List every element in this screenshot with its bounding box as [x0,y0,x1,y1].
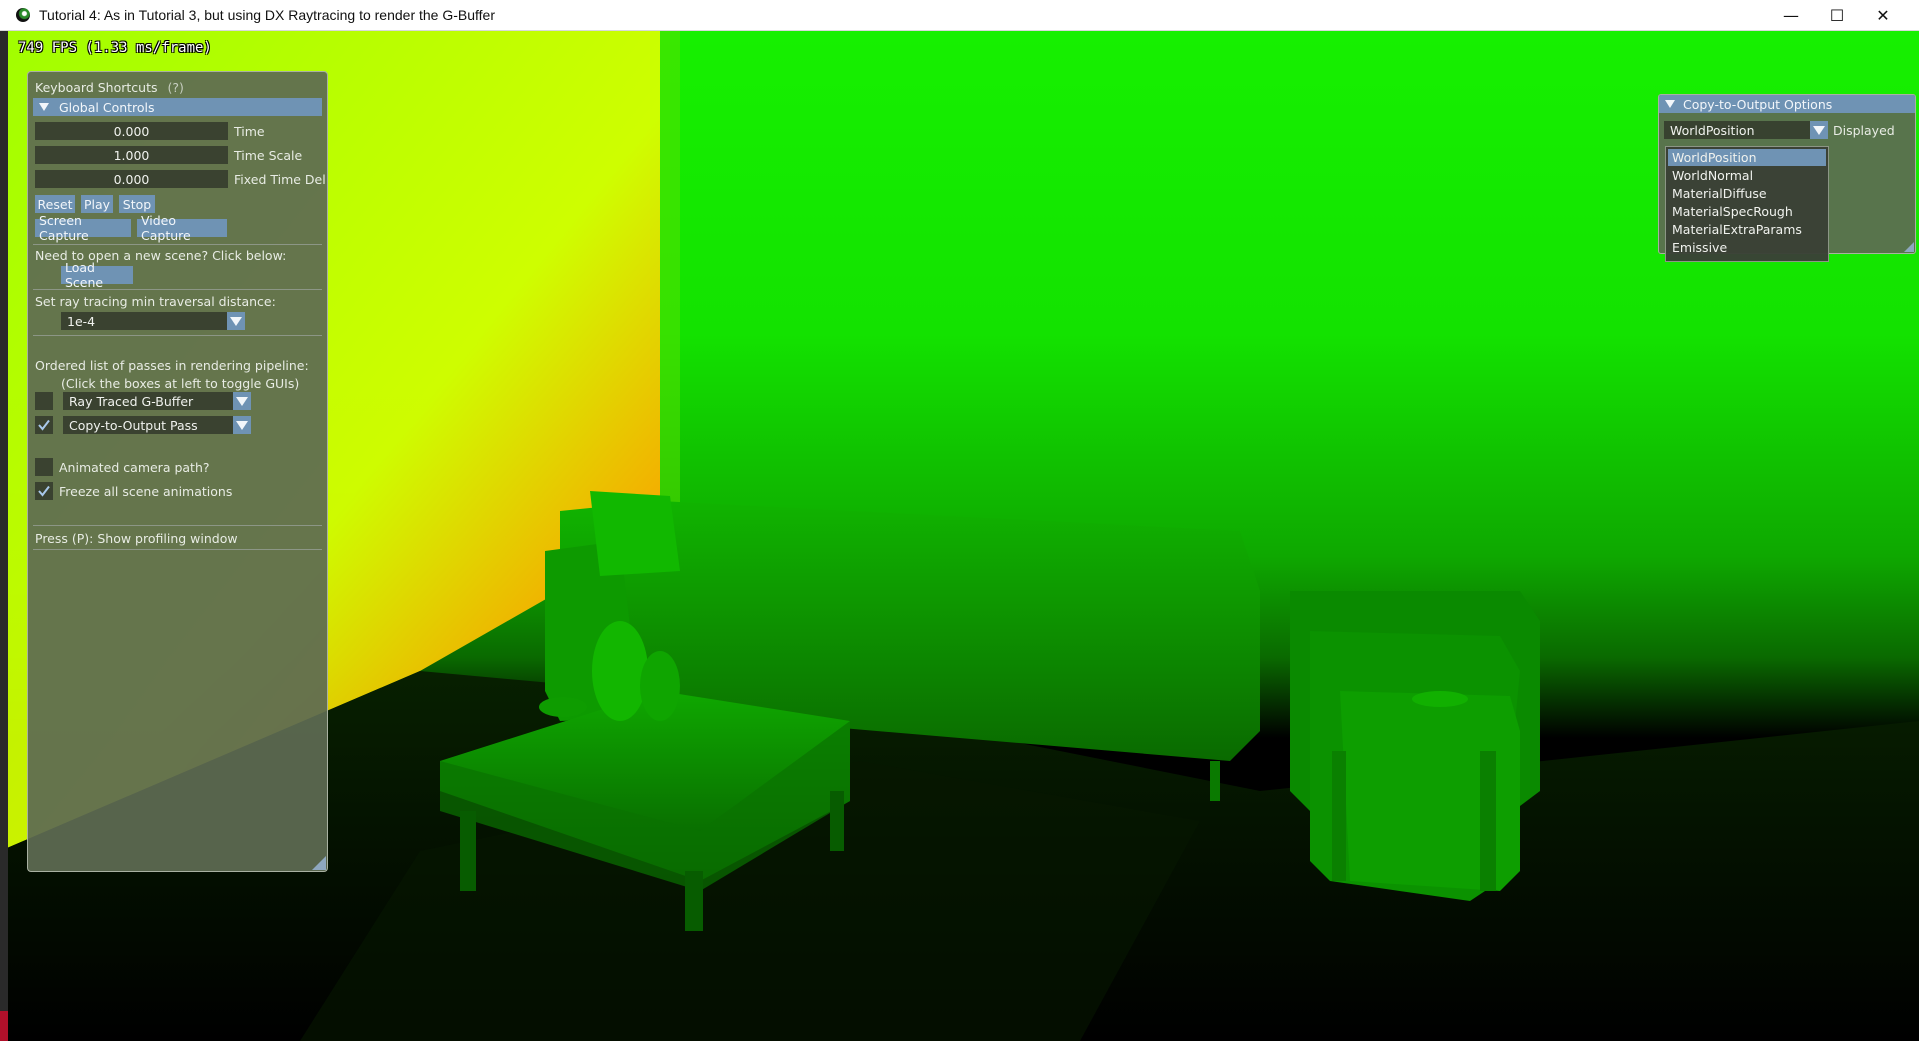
time-scale-label: Time Scale [234,148,303,163]
passes-hint: (Click the boxes at left to toggle GUIs) [61,376,300,391]
dropdown-option[interactable]: MaterialExtraParams [1668,221,1826,238]
time-input[interactable]: 0.000 [35,122,228,140]
pass-combo[interactable]: Copy-to-Output Pass [63,416,251,434]
dropdown-option[interactable]: Emissive [1668,239,1826,256]
dropdown-option[interactable]: MaterialDiffuse [1668,185,1826,202]
main-controls-panel[interactable]: Keyboard Shortcuts (?) Global Controls 0… [27,71,328,872]
pass-toggle-checkbox[interactable] [35,392,53,410]
passes-list-label: Ordered list of passes in rendering pipe… [35,358,309,373]
maximize-icon: ☐ [1829,5,1845,25]
min-traversal-combo[interactable]: 1e-4 [61,312,245,330]
dropdown-arrow-icon[interactable] [1810,121,1828,139]
close-icon: ✕ [1876,5,1890,25]
copy-to-output-title: Copy-to-Output Options [1683,96,1833,112]
separator [33,335,322,336]
dropdown-option[interactable]: MaterialSpecRough [1668,203,1826,220]
separator [33,289,322,290]
freeze-animations-checkbox[interactable] [35,482,53,500]
time-scale-input[interactable]: 1.000 [35,146,228,164]
dropdown-arrow-icon[interactable] [227,312,245,330]
play-button[interactable]: Play [81,195,113,213]
dropdown-option[interactable]: WorldPosition [1668,149,1826,166]
separator [33,525,322,526]
help-icon[interactable]: (?) [167,80,183,95]
separator [33,244,322,245]
checkmark-icon [38,419,50,431]
min-traversal-value: 1e-4 [67,313,96,329]
fixed-time-delta-input[interactable]: 0.000 [35,170,228,188]
pass-combo[interactable]: Ray Traced G-Buffer [63,392,251,410]
window-title: Tutorial 4: As in Tutorial 3, but using … [39,7,496,23]
time-label: Time [234,124,265,139]
fps-counter: 749 FPS (1.33 ms/frame) [18,40,212,56]
stop-button[interactable]: Stop [119,195,155,213]
app-icon [16,8,30,22]
resize-grip[interactable] [312,856,326,870]
global-controls-title: Global Controls [59,99,155,115]
min-traversal-label: Set ray tracing min traversal distance: [35,294,276,309]
displayed-label: Displayed [1833,123,1895,138]
reset-button[interactable]: Reset [35,195,75,213]
output-buffer-combo[interactable]: WorldPosition [1664,121,1828,139]
profiling-hint: Press (P): Show profiling window [35,531,238,546]
close-button[interactable]: ✕ [1860,0,1906,30]
minimize-button[interactable]: — [1768,0,1814,30]
dropdown-arrow-icon[interactable] [233,392,251,410]
left-edge-strip [0,31,8,1041]
output-buffer-value: WorldPosition [1670,122,1755,138]
freeze-animations-label: Freeze all scene animations [59,484,233,499]
maximize-button[interactable]: ☐ [1814,0,1860,30]
screen-capture-button[interactable]: Screen Capture [35,213,131,243]
keyboard-shortcuts-label[interactable]: Keyboard Shortcuts (?) [35,80,184,95]
pass-name: Ray Traced G-Buffer [69,393,194,409]
pass-toggle-checkbox[interactable] [35,416,53,434]
animated-camera-label: Animated camera path? [59,460,210,475]
video-capture-button[interactable]: Video Capture [137,213,227,243]
dropdown-arrow-icon[interactable] [233,416,251,434]
keyboard-shortcuts-title: Keyboard Shortcuts [35,80,158,95]
collapse-icon [39,103,49,111]
minimize-icon: — [1783,5,1799,25]
separator [33,549,322,550]
resize-grip[interactable] [1904,242,1914,252]
dropdown-option[interactable]: WorldNormal [1668,167,1826,184]
global-controls-header[interactable]: Global Controls [33,98,322,116]
output-buffer-dropdown-list[interactable]: WorldPosition WorldNormal MaterialDiffus… [1665,146,1829,262]
copy-to-output-header[interactable]: Copy-to-Output Options [1659,95,1915,113]
pass-name: Copy-to-Output Pass [69,417,198,433]
animated-camera-checkbox[interactable] [35,458,53,476]
window-title-bar: Tutorial 4: As in Tutorial 3, but using … [0,0,1919,31]
checkmark-icon [38,485,50,497]
load-scene-button[interactable]: Load Scene [61,260,133,290]
fixed-time-delta-label: Fixed Time Delt [234,172,326,187]
collapse-icon [1665,100,1675,108]
